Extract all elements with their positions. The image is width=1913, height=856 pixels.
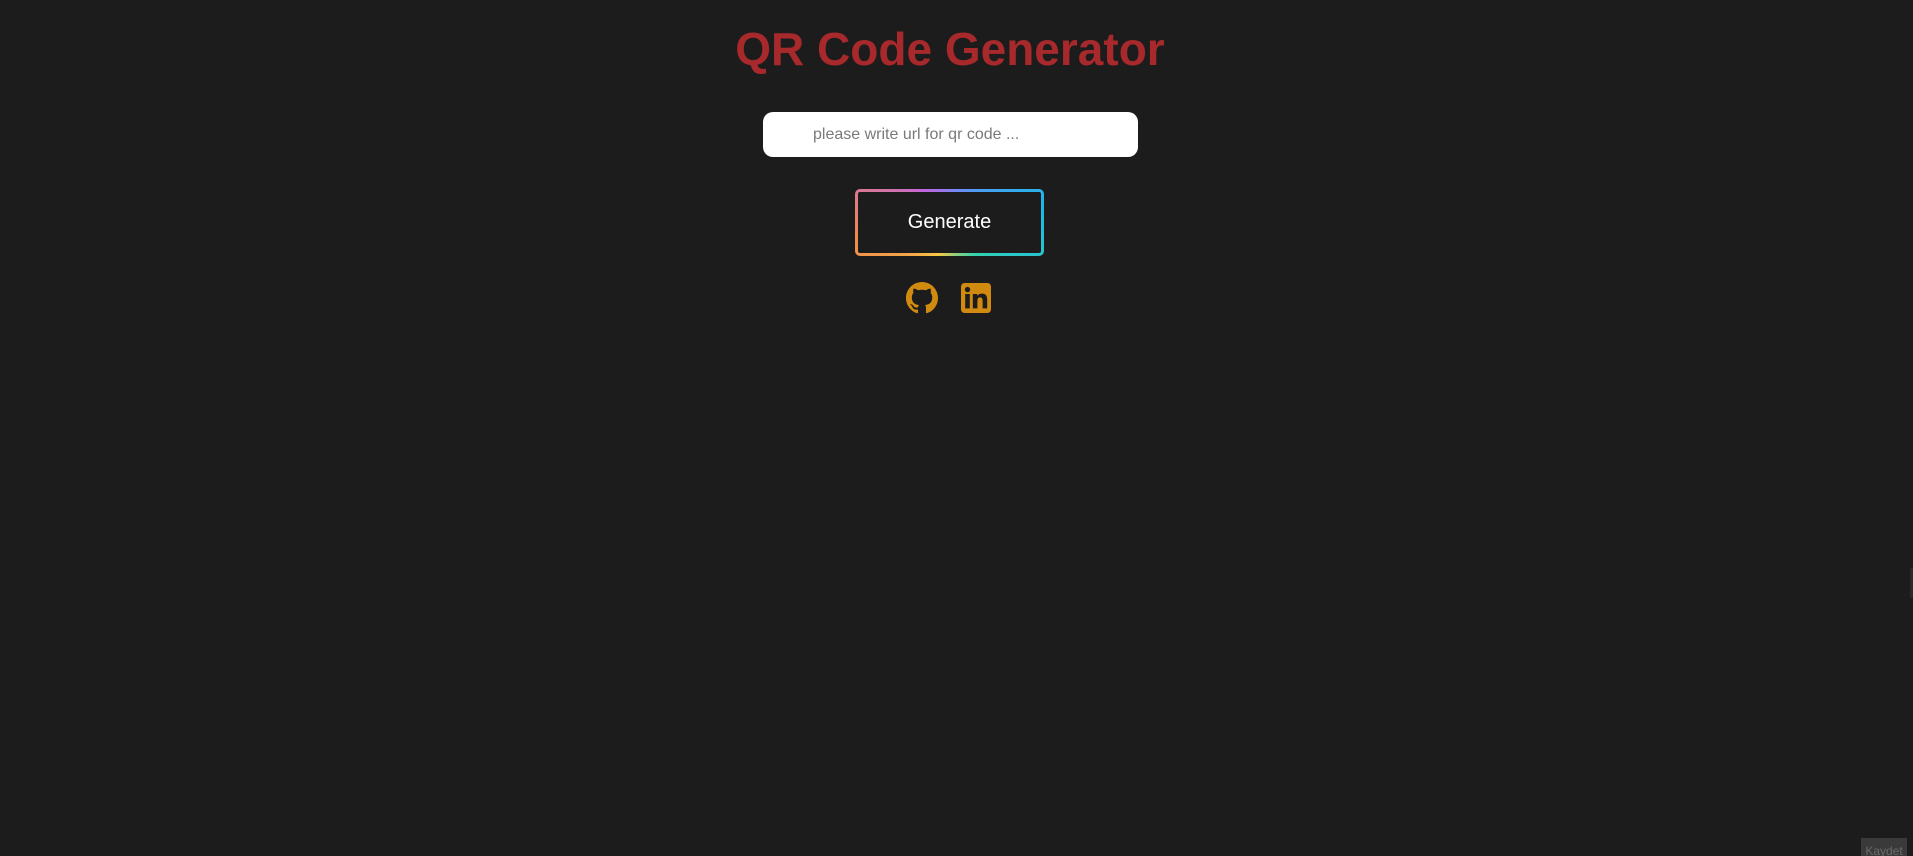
github-link[interactable] xyxy=(906,282,938,314)
linkedin-icon xyxy=(961,283,991,313)
linkedin-link[interactable] xyxy=(960,282,992,314)
page: QR Code Generator Generate Kaydet xyxy=(0,0,1913,856)
page-title: QR Code Generator xyxy=(735,23,1165,75)
social-links xyxy=(906,282,992,314)
github-icon xyxy=(906,282,938,314)
corner-badge[interactable]: Kaydet xyxy=(1861,838,1907,856)
generate-button[interactable]: Generate xyxy=(855,189,1044,256)
url-input[interactable] xyxy=(763,112,1138,157)
